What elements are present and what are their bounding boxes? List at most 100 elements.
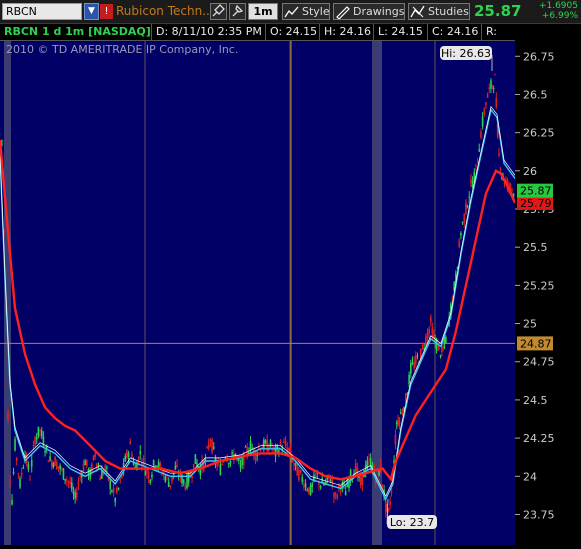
high-annotation: Hi: 26.63 [441,47,491,60]
candle-body [79,476,81,478]
candle-body [475,164,477,166]
candle-body [39,429,41,432]
candle-body [19,478,21,488]
candle-body [194,454,197,464]
candle-body [164,476,167,482]
candle-body [483,109,486,115]
candle-body [187,472,190,483]
style-label: Style [302,5,330,18]
candle-body [67,480,70,483]
candle-body [221,463,223,465]
crosshair-price-label: 24.87 [520,337,552,350]
candle-body [47,460,50,463]
candle-body [293,463,295,465]
price-chart-area[interactable]: Hi: 26.63 Lo: 23.7 [0,41,515,545]
candle-body [338,483,340,488]
candle-body [344,491,347,496]
candle-body [184,485,187,490]
candle-body [126,450,128,459]
candle-body [331,480,334,485]
candle-body [466,205,469,208]
candle-body [241,458,243,465]
candle-body [384,500,387,513]
candle-body [426,332,429,338]
candle-body [149,479,152,483]
candle-body [74,492,76,499]
candle-body [389,501,391,505]
studies-button[interactable]: Studies [408,3,470,20]
candle-body [258,447,260,449]
candle-body [413,362,415,369]
y-tick-label: 26 [523,165,537,178]
candle-body [176,464,178,468]
candle-body [147,472,150,479]
drawings-label: Drawings [353,5,405,18]
timeframe-button[interactable]: 1m [248,3,278,20]
candle-body [401,413,404,415]
candle-body [394,435,397,445]
candle-body [209,439,212,442]
candle-body [49,456,51,461]
bar-date: D: 8/11/10 2:35 PM [152,24,266,40]
candle-body [478,149,481,152]
candle-body [421,345,424,347]
candle-body [279,440,282,445]
candle-body [441,347,443,353]
symbol-input[interactable]: RBCN [2,3,82,20]
candle-body [206,446,208,448]
candle-body [511,190,513,192]
candle-body [27,463,30,470]
candle-body [167,482,170,487]
exclamation-icon[interactable]: ! [100,4,113,19]
candle-body [117,488,120,490]
candle-body [7,412,9,420]
candle-body [114,498,117,503]
chart-toolbar: RBCN ▼ ! Rubicon Techn... 1m Style Drawi… [0,0,581,24]
candle-body [32,444,35,446]
candle-body [146,469,148,473]
candle-body [299,470,302,473]
candle-body [219,464,222,475]
candle-body [495,97,498,107]
candle-body [44,450,46,453]
candle-body [54,457,56,466]
link-icon[interactable] [210,3,227,20]
y-tick-label: 24.75 [523,356,555,369]
candle-body [174,465,177,470]
candle-body [64,478,66,481]
copyright-text: 2010 © TD AMERITRADE IP Company, Inc. [6,43,239,56]
candle-body [94,453,96,457]
candle-body [458,240,461,247]
candle-body [468,196,471,198]
candle-body [283,441,285,443]
candle-body [480,131,482,138]
candle-body [319,485,322,488]
candle-body [9,480,11,483]
pin-icon[interactable] [229,3,246,20]
drawings-button[interactable]: Drawings [333,3,405,20]
candle-body [86,459,88,466]
candle-body [62,468,65,480]
candle-body [71,482,73,490]
y-tick-label: 23.75 [523,508,555,521]
candle-body [249,440,252,451]
candle-body [430,317,432,322]
candle-body [127,452,130,457]
candle-body [231,452,233,454]
candle-body [20,472,23,476]
candle-body [182,479,185,484]
candle-body [227,463,230,465]
y-tick-label: 24.5 [523,394,548,407]
style-button[interactable]: Style [282,3,330,20]
candle-body [359,477,362,485]
candle-body [37,426,40,437]
candle-body [15,457,18,461]
candle-body [116,487,118,493]
candle-body [159,463,162,467]
y-tick-label: 25 [523,318,537,331]
candle-body [476,162,479,164]
symbol-dropdown-button[interactable]: ▼ [84,3,99,20]
candle-body [416,355,419,357]
candle-body [266,439,268,452]
candle-body [84,460,86,466]
